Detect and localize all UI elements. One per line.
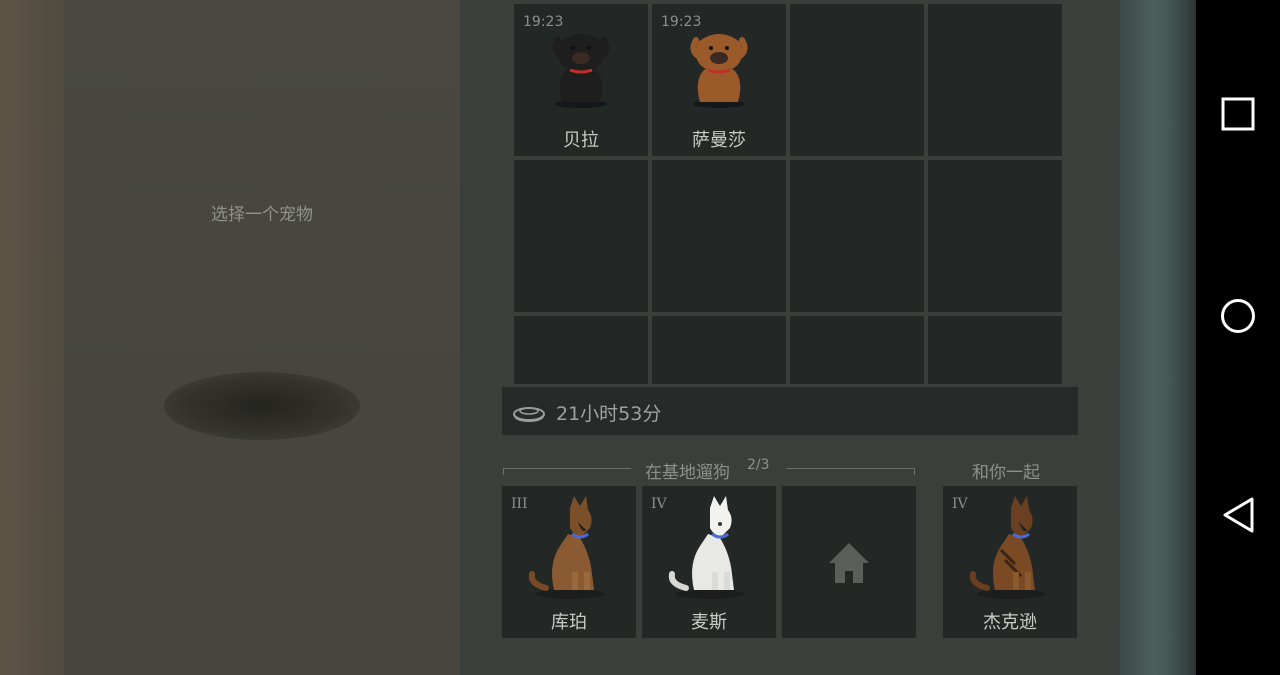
divider-right bbox=[786, 468, 915, 469]
food-timer-bar: 21小时53分 bbox=[502, 387, 1078, 435]
background-edge bbox=[0, 0, 64, 675]
white-shepherd-dog-icon bbox=[668, 496, 744, 599]
shepherd-dog-icon bbox=[969, 496, 1045, 599]
dog-name: 麦斯 bbox=[691, 612, 727, 633]
empty-dog-slot[interactable] bbox=[782, 486, 916, 638]
food-bowl-icon bbox=[513, 407, 545, 423]
divider-tick bbox=[914, 468, 915, 475]
food-timer: 21小时53分 bbox=[556, 403, 662, 425]
empty-pet-slot[interactable] bbox=[652, 160, 786, 312]
home-nav-icon[interactable] bbox=[1220, 298, 1256, 334]
dog-card-jackson[interactable]: IV 杰克逊 bbox=[943, 486, 1077, 638]
dog-card-max[interactable]: IV 麦斯 bbox=[642, 486, 776, 638]
empty-pet-slot[interactable] bbox=[928, 160, 1062, 312]
with-you-title: 和你一起 bbox=[972, 463, 1040, 483]
empty-pet-slot[interactable] bbox=[790, 316, 924, 384]
empty-pet-slot[interactable] bbox=[652, 316, 786, 384]
pet-slot[interactable]: 19:23 贝拉 bbox=[514, 4, 648, 156]
empty-pet-slot[interactable] bbox=[790, 160, 924, 312]
divider-left bbox=[503, 468, 631, 469]
empty-pet-slot[interactable] bbox=[514, 160, 648, 312]
android-nav-bar bbox=[1196, 0, 1280, 675]
empty-pet-slot[interactable] bbox=[514, 316, 648, 384]
base-walk-title: 在基地遛狗 bbox=[645, 463, 730, 483]
empty-pet-slot[interactable] bbox=[928, 316, 1062, 384]
right-edge-strip bbox=[1120, 0, 1196, 675]
pet-name: 萨曼莎 bbox=[692, 130, 746, 151]
pet-grid: 19:23 贝拉 19:23 萨曼莎 bbox=[514, 4, 1066, 384]
dog-name: 库珀 bbox=[551, 612, 587, 633]
dog-card-cooper[interactable]: III 库珀 bbox=[502, 486, 636, 638]
pet-name: 贝拉 bbox=[563, 130, 599, 151]
empty-pet-slot[interactable] bbox=[928, 4, 1062, 156]
dog-name: 杰克逊 bbox=[983, 612, 1037, 633]
recent-apps-icon[interactable] bbox=[1221, 97, 1255, 131]
select-pet-prompt: 选择一个宠物 bbox=[211, 205, 313, 225]
empty-pet-slot[interactable] bbox=[790, 4, 924, 156]
divider-tick bbox=[503, 468, 504, 475]
pet-shadow bbox=[164, 372, 360, 440]
home-icon bbox=[829, 543, 869, 583]
back-icon[interactable] bbox=[1221, 496, 1255, 534]
shepherd-dog-icon bbox=[528, 496, 604, 599]
base-walk-count: 2/3 bbox=[747, 457, 770, 473]
pet-slot[interactable]: 19:23 萨曼莎 bbox=[652, 4, 786, 156]
pet-preview-panel: 选择一个宠物 bbox=[64, 0, 460, 675]
